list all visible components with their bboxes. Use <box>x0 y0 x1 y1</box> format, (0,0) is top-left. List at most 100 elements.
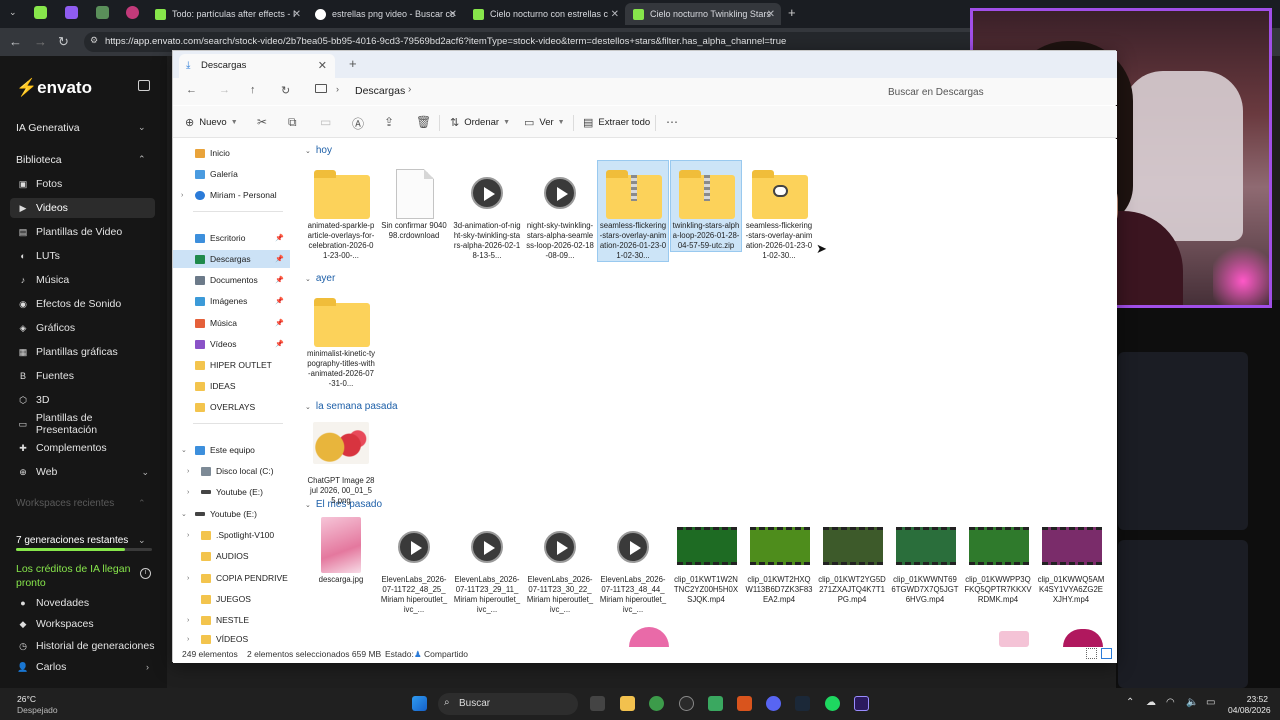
collapse-sidebar-icon[interactable] <box>138 80 150 91</box>
browser-tab-1[interactable]: Todo: partículas after effects - I ✕ <box>147 3 307 25</box>
volume-icon[interactable]: 🔈 <box>1186 697 1198 708</box>
nav-imagenes[interactable]: Imágenes 📌 <box>173 292 290 310</box>
video-clip-file[interactable]: clip_01KWWNT696TGWD7X7Q5JGT6HVG.mp4 <box>890 515 960 605</box>
nav-onedrive-personal[interactable]: › Miriam - Personal <box>173 186 290 204</box>
forward-icon[interactable]: → <box>34 34 47 49</box>
more-icon[interactable]: ⋯ <box>666 115 678 129</box>
back-icon[interactable]: ← <box>186 84 197 96</box>
nav-graficos[interactable]: ◈ Gráficos <box>10 318 155 338</box>
nav-videos[interactable]: Vídeos 📌 <box>173 335 290 353</box>
file-item[interactable]: night-sky-twinkling-stars-alpha-seamless… <box>525 161 595 261</box>
nav-descargas[interactable]: Descargas 📌 <box>173 250 290 268</box>
nav-luts[interactable]: ◐ LUTs <box>10 246 155 266</box>
file-item[interactable]: ElevenLabs_2026-07-11T23_48_44_Miriam hi… <box>598 515 668 615</box>
nav-hiper-outlet[interactable]: HIPER OUTLET <box>173 356 290 374</box>
video-clip-file[interactable]: clip_01KWT2YG5D271ZXAJTQ4K7T1PG.mp4 <box>817 515 887 605</box>
file-item[interactable]: Sin confirmar 904098.crdownload <box>379 161 449 241</box>
folder-item[interactable]: minimalist-kinetic-typography-titles-wit… <box>306 289 376 389</box>
spotify-icon[interactable] <box>825 696 840 711</box>
github-icon[interactable] <box>679 696 694 711</box>
nav-galeria[interactable]: Galería <box>173 165 290 183</box>
partial-thumbnail[interactable] <box>999 631 1029 647</box>
expand-icon[interactable]: › <box>187 636 189 643</box>
close-tab-icon[interactable]: ✕ <box>611 9 619 20</box>
nav-fuentes[interactable]: B Fuentes <box>10 366 155 386</box>
folder-item[interactable]: animated-sparkle-particle-overlays-for-c… <box>306 161 376 261</box>
biblioteca-section[interactable]: Biblioteca ⌃ <box>16 154 146 166</box>
tray-chevron-icon[interactable]: ⌃ <box>1126 697 1134 708</box>
expand-icon[interactable]: › <box>187 489 189 496</box>
close-tab-icon[interactable]: ✕ <box>318 59 327 72</box>
folder-item[interactable]: seamless-flickering-stars-overlay-animat… <box>744 161 814 261</box>
sort-button[interactable]: ⇅ Ordenar ▼ <box>450 116 510 129</box>
new-tab-icon[interactable]: + <box>349 56 357 71</box>
nav-plantillas-video[interactable]: ▤ Plantillas de Video <box>10 222 155 242</box>
view-button[interactable]: ▭ Ver ▼ <box>524 116 565 129</box>
file-item[interactable]: ChatGPT Image 28 jul 2026, 00_01_55.png <box>306 416 376 506</box>
browser-tab-3[interactable]: Cielo nocturno con estrellas c ✕ <box>465 3 625 25</box>
file-item[interactable]: ElevenLabs_2026-07-11T22_48_25_Miriam hi… <box>379 515 449 615</box>
network-icon[interactable]: ☁ <box>1146 697 1156 708</box>
new-tab-icon[interactable]: + <box>788 5 796 20</box>
file-explorer-icon[interactable] <box>620 696 635 711</box>
close-tab-icon[interactable]: ✕ <box>293 9 301 20</box>
share-icon[interactable]: ⇪ <box>384 115 394 129</box>
tab-list-chevron-icon[interactable]: ⌄ <box>9 7 17 18</box>
nav-youtube-e-root[interactable]: ⌄ Youtube (E:) <box>173 505 290 523</box>
video-clip-file[interactable]: clip_01KWWPP3QFKQ5QPTR7KKXVRDMK.mp4 <box>963 515 1033 605</box>
expand-icon[interactable]: › <box>181 192 183 199</box>
illustrator-icon[interactable] <box>737 696 752 711</box>
delete-icon[interactable]: 🗑 <box>416 115 431 129</box>
nav-web[interactable]: ⊕ Web ⌄ <box>10 462 155 482</box>
site-info-icon[interactable]: ⚙ <box>90 35 98 46</box>
nav-este-equipo[interactable]: ⌄ Este equipo <box>173 441 290 459</box>
info-icon[interactable]: i <box>140 568 151 579</box>
partial-thumbnail[interactable] <box>1063 629 1103 647</box>
app-icon[interactable] <box>708 696 723 711</box>
nav-videos-folder[interactable]: › VÍDEOS <box>173 632 290 646</box>
expand-icon[interactable]: › <box>187 468 189 475</box>
nav-documentos[interactable]: Documentos 📌 <box>173 271 290 289</box>
up-icon[interactable]: ↑ <box>250 84 256 96</box>
new-button[interactable]: ⊕ Nuevo ▼ <box>185 116 238 129</box>
nav-videos[interactable]: ▶ Videos <box>10 198 155 218</box>
result-card[interactable] <box>1118 540 1248 688</box>
refresh-icon[interactable]: ↻ <box>281 84 290 97</box>
close-tab-icon[interactable]: ✕ <box>767 9 775 20</box>
file-item[interactable]: ElevenLabs_2026-07-11T23_30_22_Miriam hi… <box>525 515 595 615</box>
expand-icon[interactable]: › <box>187 617 189 624</box>
result-card[interactable] <box>1118 352 1248 530</box>
pinned-tab-k[interactable] <box>34 6 47 19</box>
nav-workspaces[interactable]: ◆ Workspaces <box>10 614 155 634</box>
details-view-icon[interactable] <box>1086 648 1097 659</box>
file-item[interactable]: 3d-animation-of-night-sky-twinkling-star… <box>452 161 522 261</box>
browser-tab-2[interactable]: estrellas png video - Buscar co ✕ <box>307 3 463 25</box>
close-tab-icon[interactable]: ✕ <box>449 9 457 20</box>
generations-remaining[interactable]: 7 generaciones restantes ⌄ <box>16 535 146 546</box>
nav-nestle[interactable]: › NESTLE <box>173 611 290 629</box>
group-semana-pasada[interactable]: ⌄ la semana pasada <box>305 401 398 412</box>
nav-user[interactable]: 👤 Carlos › <box>10 657 155 677</box>
collapse-icon[interactable]: ⌄ <box>181 510 187 518</box>
chrome-icon[interactable] <box>649 696 664 711</box>
nav-juegos[interactable]: JUEGOS <box>173 590 290 608</box>
file-item[interactable]: descarga.jpg <box>306 515 376 585</box>
browser-tab-4[interactable]: Cielo nocturno Twinkling Stars ✕ <box>625 3 781 25</box>
nav-complementos[interactable]: ✚ Complementos <box>10 438 155 458</box>
nav-disco-local[interactable]: › Disco local (C:) <box>173 462 290 480</box>
discord-icon[interactable] <box>766 696 781 711</box>
nav-copia-pendrive[interactable]: › COPIA PENDRIVE R <box>173 569 290 587</box>
nav-historial[interactable]: ◷ Historial de generaciones <box>10 636 155 656</box>
cut-icon[interactable]: ✂ <box>257 115 267 129</box>
tiles-view-icon[interactable] <box>1101 648 1112 659</box>
video-clip-file[interactable]: clip_01KWT1W2NTNC2YZ00H5H0XSJQK.mp4 <box>671 515 741 605</box>
clock[interactable]: 23:52 04/08/2026 <box>1228 694 1271 716</box>
nav-fotos[interactable]: ▣ Fotos <box>10 174 155 194</box>
rename-icon[interactable]: Ⓐ <box>352 115 364 132</box>
nav-musica[interactable]: ♪ Música <box>10 270 155 290</box>
pinned-tab-record[interactable] <box>126 6 139 19</box>
nav-ideas[interactable]: IDEAS <box>173 377 290 395</box>
forward-icon[interactable]: → <box>219 84 230 96</box>
breadcrumb-descargas[interactable]: Descargas <box>355 85 405 97</box>
steam-icon[interactable] <box>795 696 810 711</box>
